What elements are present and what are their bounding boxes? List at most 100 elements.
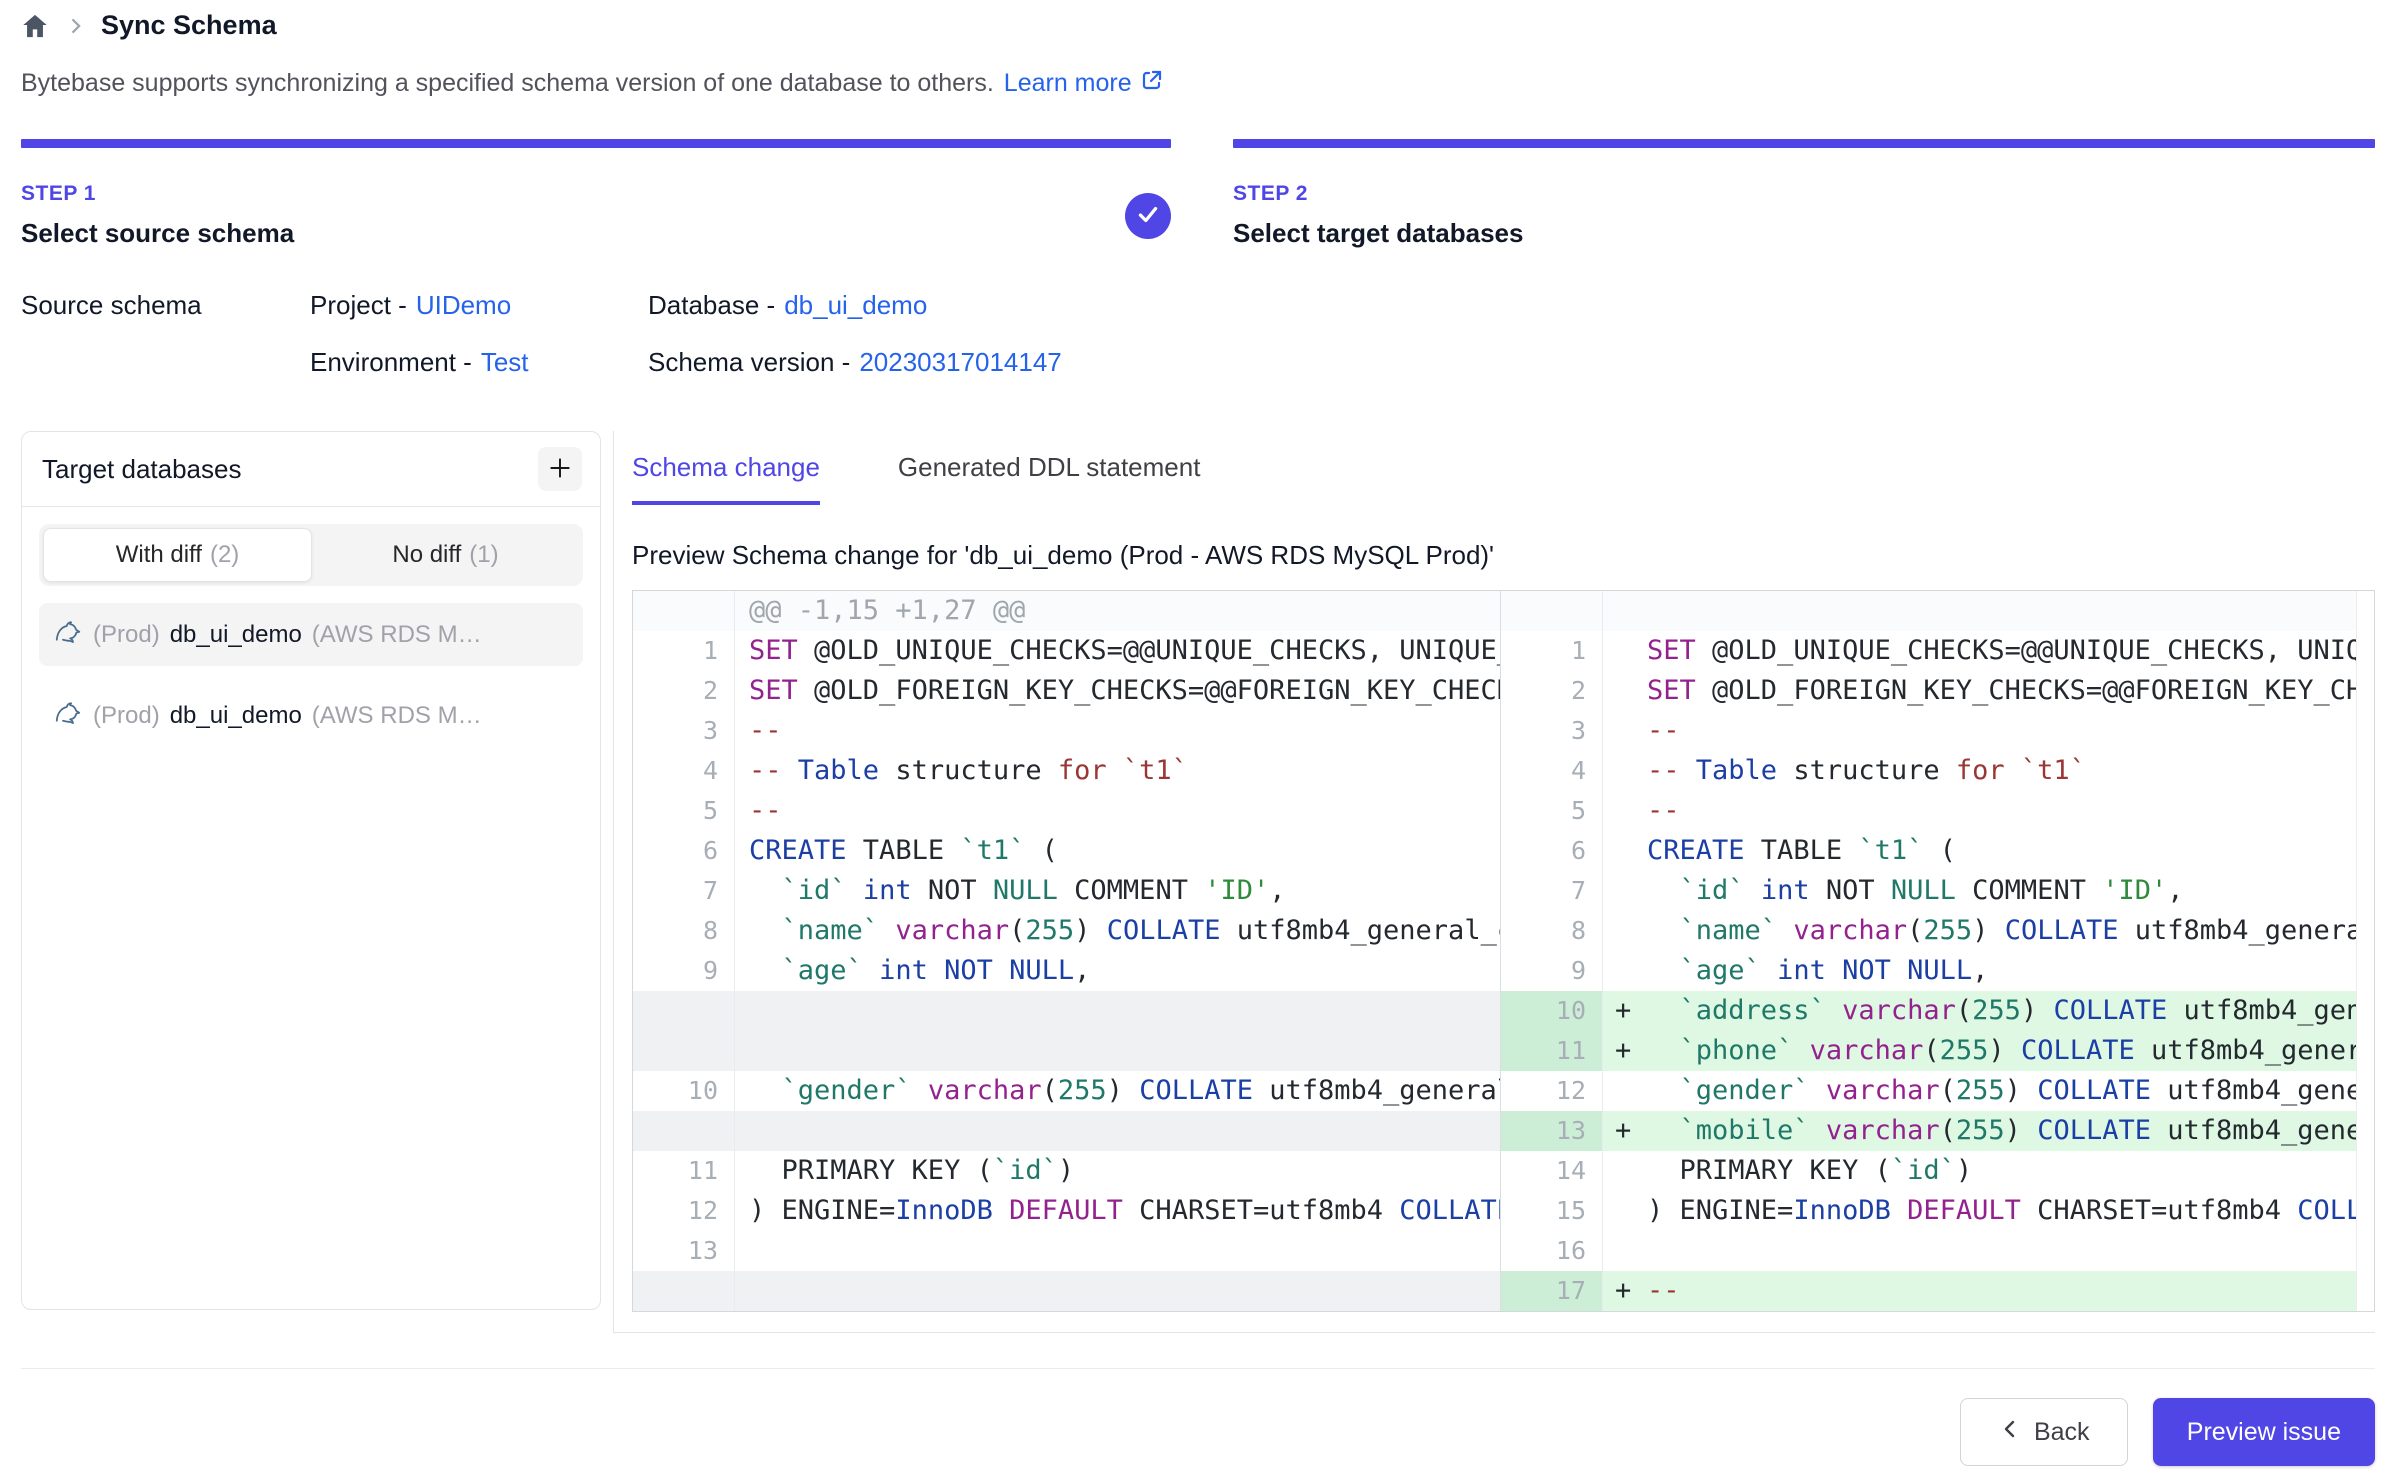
db-instance-label: (AWS RDS MySQL Prod) <box>312 621 490 649</box>
step1-title: Select source schema <box>21 218 294 249</box>
code-line: `name` varchar(255) COLLATE utf8mb4_gene… <box>1603 911 2374 951</box>
line-number: 14 <box>1501 1151 1603 1191</box>
line-number: 10 <box>633 1071 735 1111</box>
code-line: + `phone` varchar(255) COLLATE utf8mb4_g… <box>1603 1031 2374 1071</box>
target-panel-title: Target databases <box>42 454 241 485</box>
db-instance-label: (AWS RDS MySQL Prod) <box>312 702 490 730</box>
tab-generated-ddl[interactable]: Generated DDL statement <box>898 452 1201 505</box>
breadcrumb: Sync Schema <box>21 10 277 41</box>
code-line: SET @OLD_FOREIGN_KEY_CHECKS=@@FOREIGN_KE… <box>735 671 1500 711</box>
vertical-scrollbar[interactable] <box>2356 591 2374 1311</box>
diff-row: 1SET @OLD_UNIQUE_CHECKS=@@UNIQUE_CHECKS,… <box>633 631 1500 671</box>
line-number: 11 <box>1501 1031 1603 1071</box>
code-line: SET @OLD_UNIQUE_CHECKS=@@UNIQUE_CHECKS, … <box>1603 631 2374 671</box>
diff-row: 13 <box>633 1231 1500 1271</box>
home-icon[interactable] <box>21 12 49 40</box>
diff-row: 5-- <box>1501 791 2374 831</box>
back-button[interactable]: Back <box>1960 1398 2128 1466</box>
diff-filter-tabs: With diff (2) No diff (1) <box>39 524 583 586</box>
source-schema-label: Source schema <box>21 290 310 321</box>
mysql-icon <box>53 616 83 653</box>
line-number <box>1501 591 1603 631</box>
database-list-item[interactable]: (Prod) db_ui_demo (AWS RDS MySQL Prod) <box>39 603 583 666</box>
schema-version-link[interactable]: 20230317014147 <box>859 347 1061 378</box>
code-line: `age` int NOT NULL, <box>1603 951 2374 991</box>
project-link[interactable]: UIDemo <box>416 290 511 321</box>
diff-row: 5-- <box>633 791 1500 831</box>
diff-row: 14 PRIMARY KEY (`id`) <box>1501 1151 2374 1191</box>
source-version: Schema version - 20230317014147 <box>648 347 1062 378</box>
mysql-icon <box>53 697 83 734</box>
source-project: Project - UIDemo <box>310 290 648 321</box>
tab-no-diff[interactable]: No diff (1) <box>312 528 579 582</box>
preview-title: Preview Schema change for 'db_ui_demo (P… <box>632 540 1494 571</box>
line-number <box>633 1271 735 1311</box>
diff-row <box>633 991 1500 1031</box>
code-line: CREATE TABLE `t1` ( <box>1603 831 2374 871</box>
chevron-left-icon <box>1998 1417 2022 1448</box>
code-line <box>735 1271 1500 1311</box>
target-databases-panel: Target databases With diff (2) No diff (… <box>21 431 601 1310</box>
diff-row <box>633 1271 1500 1311</box>
step1-progress-bar <box>21 139 1171 148</box>
database-list-item[interactable]: (Prod) db_ui_demo (AWS RDS MySQL Prod) <box>39 684 583 747</box>
diff-right-pane[interactable]: 1SET @OLD_UNIQUE_CHECKS=@@UNIQUE_CHECKS,… <box>1500 591 2374 1311</box>
step1-complete-badge <box>1125 193 1171 239</box>
description-text: Bytebase supports synchronizing a specif… <box>21 69 994 98</box>
diff-row: 7 `id` int NOT NULL COMMENT 'ID', <box>1501 871 2374 911</box>
line-number: 13 <box>1501 1111 1603 1151</box>
diff-row: 10 `gender` varchar(255) COLLATE utf8mb4… <box>633 1071 1500 1111</box>
line-number <box>633 591 735 631</box>
diff-row: 10+ `address` varchar(255) COLLATE utf8m… <box>1501 991 2374 1031</box>
line-number: 9 <box>1501 951 1603 991</box>
diff-row: 2SET @OLD_FOREIGN_KEY_CHECKS=@@FOREIGN_K… <box>633 671 1500 711</box>
code-line <box>1603 591 2374 631</box>
code-line <box>735 1031 1500 1071</box>
diff-row: 8 `name` varchar(255) COLLATE utf8mb4_ge… <box>1501 911 2374 951</box>
diff-row: 4-- Table structure for `t1` <box>1501 751 2374 791</box>
source-environment: Environment - Test <box>310 347 648 378</box>
diff-row: 9 `age` int NOT NULL, <box>633 951 1500 991</box>
code-line: ) ENGINE=InnoDB DEFAULT CHARSET=utf8mb4 … <box>735 1191 1500 1231</box>
line-number: 2 <box>1501 671 1603 711</box>
page-title: Sync Schema <box>101 10 277 41</box>
diff-row: 16 <box>1501 1231 2374 1271</box>
step2-label: STEP 2 <box>1233 182 1523 206</box>
code-line: ) ENGINE=InnoDB DEFAULT CHARSET=utf8mb4 … <box>1603 1191 2374 1231</box>
section-bottom-divider <box>613 1332 2375 1333</box>
tab-with-diff[interactable]: With diff (2) <box>43 528 312 582</box>
environment-link[interactable]: Test <box>481 347 529 378</box>
line-number: 10 <box>1501 991 1603 1031</box>
diff-row: 7 `id` int NOT NULL COMMENT 'ID', <box>633 871 1500 911</box>
line-number: 7 <box>1501 871 1603 911</box>
line-number <box>633 1111 735 1151</box>
line-number: 4 <box>1501 751 1603 791</box>
code-line: SET @OLD_UNIQUE_CHECKS=@@UNIQUE_CHECKS, … <box>735 631 1500 671</box>
source-schema-summary: Source schema Project - UIDemo Database … <box>21 290 1062 378</box>
schema-diff-viewer: @@ -1,15 +1,27 @@1SET @OLD_UNIQUE_CHECKS… <box>632 590 2375 1312</box>
db-env-label: (Prod) <box>93 621 160 649</box>
step1-header: STEP 1 Select source schema <box>21 182 294 249</box>
code-line: + `mobile` varchar(255) COLLATE utf8mb4_… <box>1603 1111 2374 1151</box>
preview-issue-button[interactable]: Preview issue <box>2153 1398 2375 1466</box>
diff-row: 15) ENGINE=InnoDB DEFAULT CHARSET=utf8mb… <box>1501 1191 2374 1231</box>
line-number: 3 <box>633 711 735 751</box>
line-number: 7 <box>633 871 735 911</box>
code-line <box>1603 1231 2374 1271</box>
line-number: 3 <box>1501 711 1603 751</box>
code-line: `id` int NOT NULL COMMENT 'ID', <box>735 871 1500 911</box>
database-link[interactable]: db_ui_demo <box>784 290 927 321</box>
diff-row: 13+ `mobile` varchar(255) COLLATE utf8mb… <box>1501 1111 2374 1151</box>
learn-more-link[interactable]: Learn more <box>1004 68 1164 99</box>
step2-progress-bar <box>1233 139 2375 148</box>
line-number: 16 <box>1501 1231 1603 1271</box>
diff-left-pane[interactable]: @@ -1,15 +1,27 @@1SET @OLD_UNIQUE_CHECKS… <box>633 591 1500 1311</box>
step1-label: STEP 1 <box>21 182 294 206</box>
vertical-divider <box>613 431 614 1332</box>
line-number <box>633 1031 735 1071</box>
tab-schema-change[interactable]: Schema change <box>632 452 820 505</box>
line-number: 13 <box>633 1231 735 1271</box>
add-database-button[interactable] <box>538 447 582 491</box>
diff-row: 11+ `phone` varchar(255) COLLATE utf8mb4… <box>1501 1031 2374 1071</box>
plus-icon <box>547 455 573 484</box>
